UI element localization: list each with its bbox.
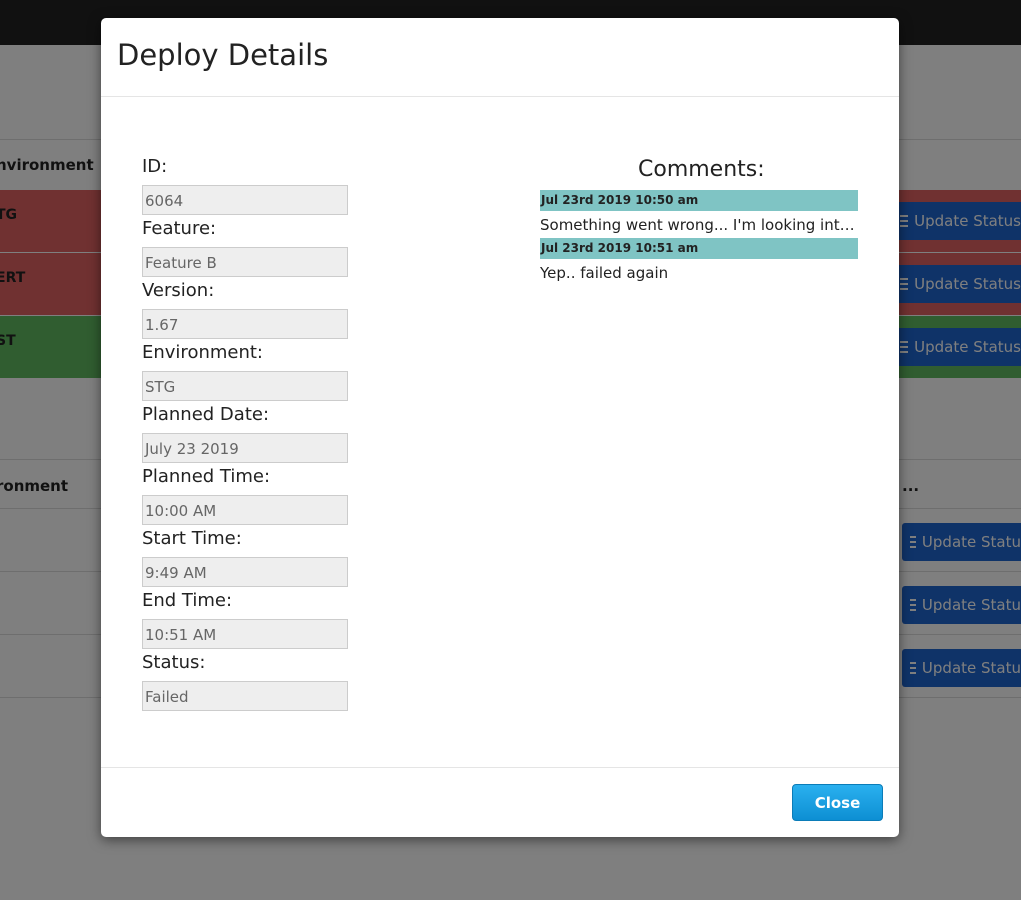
close-button[interactable]: Close (792, 784, 883, 821)
environment-field[interactable]: STG (142, 371, 348, 401)
planned-date-label: Planned Date: (142, 404, 270, 425)
modal-header: Deploy Details (101, 18, 899, 97)
id-label: ID: (142, 156, 168, 177)
feature-label: Feature: (142, 218, 217, 239)
deploy-details-modal: Deploy Details ID: 6064 Feature: Feature… (101, 18, 899, 837)
status-field[interactable]: Failed (142, 681, 348, 711)
end-time-field[interactable]: 10:51 AM (142, 619, 348, 649)
start-time-field[interactable]: 9:49 AM (142, 557, 348, 587)
comment-text: Yep.. failed again (540, 264, 669, 282)
feature-field[interactable]: Feature B (142, 247, 348, 277)
modal-footer-divider (101, 767, 899, 768)
start-time-label: Start Time: (142, 528, 242, 549)
end-time-label: End Time: (142, 590, 233, 611)
status-label: Status: (142, 652, 206, 673)
planned-date-field[interactable]: July 23 2019 (142, 433, 348, 463)
version-field[interactable]: 1.67 (142, 309, 348, 339)
comment-date: Jul 23rd 2019 10:50 am (540, 190, 858, 211)
version-label: Version: (142, 280, 215, 301)
comments-title: Comments: (638, 157, 765, 182)
comment-text: Something went wrong... I'm looking into… (540, 216, 858, 234)
modal-title: Deploy Details (117, 38, 329, 72)
comment-date: Jul 23rd 2019 10:51 am (540, 238, 858, 259)
planned-time-field[interactable]: 10:00 AM (142, 495, 348, 525)
id-field[interactable]: 6064 (142, 185, 348, 215)
planned-time-label: Planned Time: (142, 466, 271, 487)
environment-label: Environment: (142, 342, 263, 363)
